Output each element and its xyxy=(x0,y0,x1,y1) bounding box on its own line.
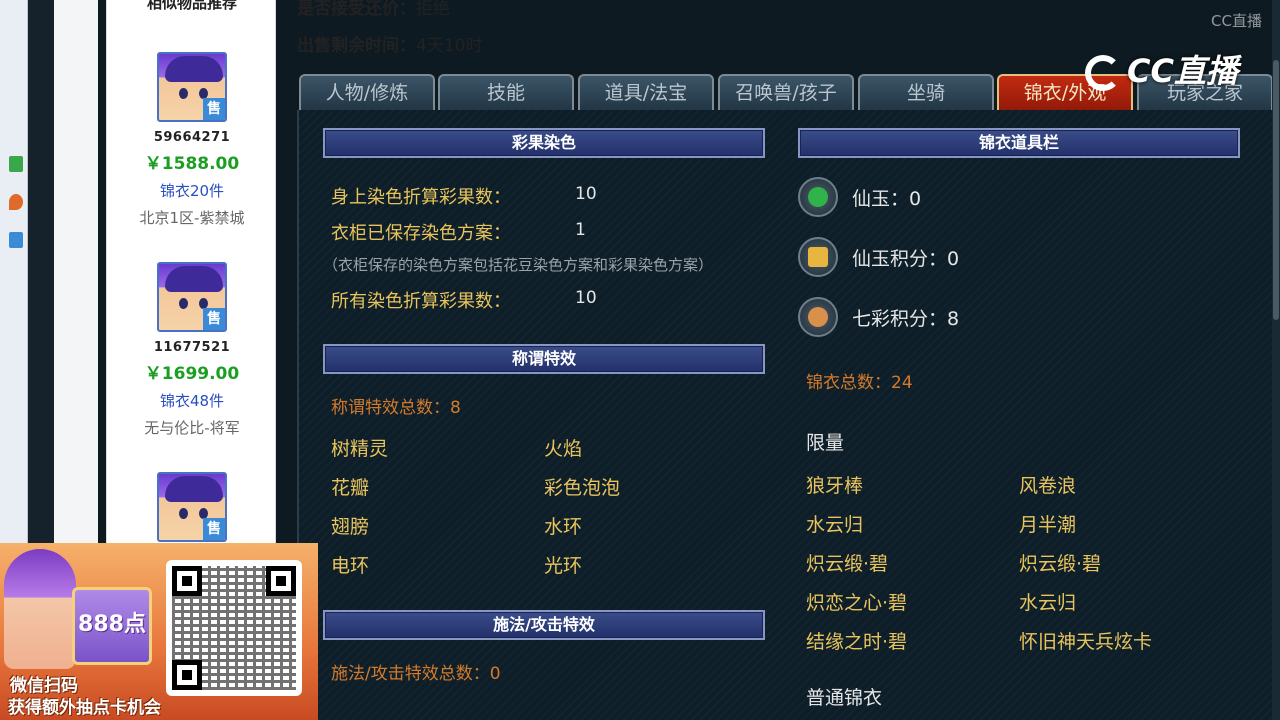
outfit-total: 锦衣总数：24 xyxy=(806,373,913,393)
sale-badge: 售 xyxy=(203,98,225,120)
remaining-label: 出售剩余时间： xyxy=(297,36,416,56)
similar-item[interactable]: 售 59664271 ￥1588.00 锦衣20件 北京1区-紫禁城 xyxy=(107,52,277,228)
watermark: CC直播 xyxy=(1085,46,1238,92)
remaining-value: 4天10时 xyxy=(416,36,483,56)
normal-outfit-label: 普通锦衣 xyxy=(806,687,883,709)
qr-code xyxy=(166,560,302,696)
limited-outfit-item: 结缘之时·碧 xyxy=(806,631,908,653)
jade-points-icon xyxy=(798,237,838,277)
rainbow-points-value: 七彩积分：8 xyxy=(852,308,960,330)
item-server: 无与伦比-将军 xyxy=(144,419,240,437)
limited-outfit-item: 月半潮 xyxy=(1019,514,1077,536)
cast-effects-header: 施法/攻击特效 xyxy=(323,610,765,640)
points-card: 888点 xyxy=(72,587,152,665)
jade-value: 仙玉：0 xyxy=(852,188,922,210)
bargain-row: 是否接受还价：拒绝 xyxy=(297,0,450,19)
watermark-text: CC直播 xyxy=(1127,52,1238,90)
item-id: 59664271 xyxy=(153,130,231,145)
dye-row-value: 1 xyxy=(575,220,586,240)
similar-item[interactable]: 售 xyxy=(107,472,277,542)
title-effect-item: 火焰 xyxy=(544,438,583,460)
bargain-value: 拒绝 xyxy=(416,0,450,19)
tab-character[interactable]: 人物/修炼 xyxy=(299,74,435,110)
dye-row-label: 所有染色折算彩果数： xyxy=(331,291,511,312)
item-server: 北京1区-紫禁城 xyxy=(139,209,245,227)
item-price: ￥1588.00 xyxy=(144,154,240,174)
remaining-time-row: 出售剩余时间：4天10时 xyxy=(297,31,482,56)
dye-row-label: 身上染色折算彩果数： xyxy=(331,187,511,208)
item-count-link[interactable]: 锦衣48件 xyxy=(107,390,277,411)
dye-section-header: 彩果染色 xyxy=(323,128,765,158)
dye-row-label: 衣柜已保存染色方案： xyxy=(331,223,511,244)
limited-outfit-item: 风卷浪 xyxy=(1019,475,1077,497)
rainbow-points-icon xyxy=(798,297,838,337)
sale-badge: 售 xyxy=(203,518,225,540)
phone-icon[interactable] xyxy=(9,232,23,248)
character-avatar[interactable]: 售 xyxy=(157,262,227,332)
dye-row-value: 10 xyxy=(575,288,597,308)
promo-character-image xyxy=(4,549,76,669)
title-effect-item: 水环 xyxy=(544,516,583,538)
tab-pets[interactable]: 召唤兽/孩子 xyxy=(718,74,854,110)
title-effect-item: 光环 xyxy=(544,555,583,577)
tab-items[interactable]: 道具/法宝 xyxy=(578,74,714,110)
wardrobe-section-header: 锦衣道具栏 xyxy=(798,128,1240,158)
character-avatar[interactable]: 售 xyxy=(157,472,227,542)
title-effect-item: 彩色泡泡 xyxy=(544,477,621,499)
jade-points-value: 仙玉积分：0 xyxy=(852,248,960,270)
dye-note: （衣柜保存的染色方案包括花豆染色方案和彩果染色方案） xyxy=(323,256,714,274)
title-effect-item: 花瓣 xyxy=(331,477,370,499)
limited-outfit-item: 水云归 xyxy=(806,514,864,536)
limited-outfit-item: 炽云缎·碧 xyxy=(1019,553,1102,575)
limited-outfit-item: 炽恋之心·碧 xyxy=(806,592,908,614)
cast-effects-total: 施法/攻击特效总数：0 xyxy=(331,664,501,684)
points-card-value: 888点 xyxy=(78,612,146,637)
play-icon[interactable] xyxy=(9,156,23,172)
limited-outfit-item: 炽云缎·碧 xyxy=(806,553,889,575)
limited-outfit-item: 水云归 xyxy=(1019,592,1077,614)
title-effect-item: 电环 xyxy=(331,555,370,577)
location-icon[interactable] xyxy=(9,194,23,210)
jade-icon xyxy=(798,177,838,217)
item-id: 11677521 xyxy=(153,340,231,355)
item-count-link[interactable]: 锦衣20件 xyxy=(107,180,277,201)
sale-badge: 售 xyxy=(203,308,225,330)
title-effect-item: 树精灵 xyxy=(331,438,389,460)
watermark-small: CC直播 xyxy=(1211,12,1262,30)
tab-skills[interactable]: 技能 xyxy=(438,74,574,110)
character-avatar[interactable]: 售 xyxy=(157,52,227,122)
similar-items-title: 相似物品推荐 xyxy=(146,0,237,12)
similar-item[interactable]: 售 11677521 ￥1699.00 锦衣48件 无与伦比-将军 xyxy=(107,262,277,438)
limited-label: 限量 xyxy=(806,432,845,454)
scrollbar-thumb[interactable] xyxy=(1273,60,1279,320)
title-effect-item: 翅膀 xyxy=(331,516,370,538)
screen: 相似物品推荐 售 59664271 ￥1588.00 锦衣20件 北京1区-紫禁… xyxy=(0,0,1280,720)
limited-outfit-item: 怀旧神天兵炫卡 xyxy=(1019,631,1153,653)
cc-logo-icon xyxy=(1085,55,1122,91)
dye-row-value: 10 xyxy=(575,184,597,204)
outfit-panel: 彩果染色 身上染色折算彩果数： 10 衣柜已保存染色方案： 1 （衣柜保存的染色… xyxy=(297,110,1280,720)
bargain-label: 是否接受还价： xyxy=(297,0,416,19)
limited-outfit-item: 狼牙棒 xyxy=(806,475,864,497)
promo-overlay[interactable]: 888点 微信扫码 获得额外抽点卡机会 xyxy=(0,543,318,720)
item-price: ￥1699.00 xyxy=(144,364,240,384)
scrollbar[interactable] xyxy=(1272,0,1280,720)
promo-line-2: 获得额外抽点卡机会 xyxy=(8,698,161,718)
title-effects-header: 称谓特效 xyxy=(323,344,765,374)
tab-mounts[interactable]: 坐骑 xyxy=(858,74,994,110)
title-effects-total: 称谓特效总数：8 xyxy=(331,398,461,418)
